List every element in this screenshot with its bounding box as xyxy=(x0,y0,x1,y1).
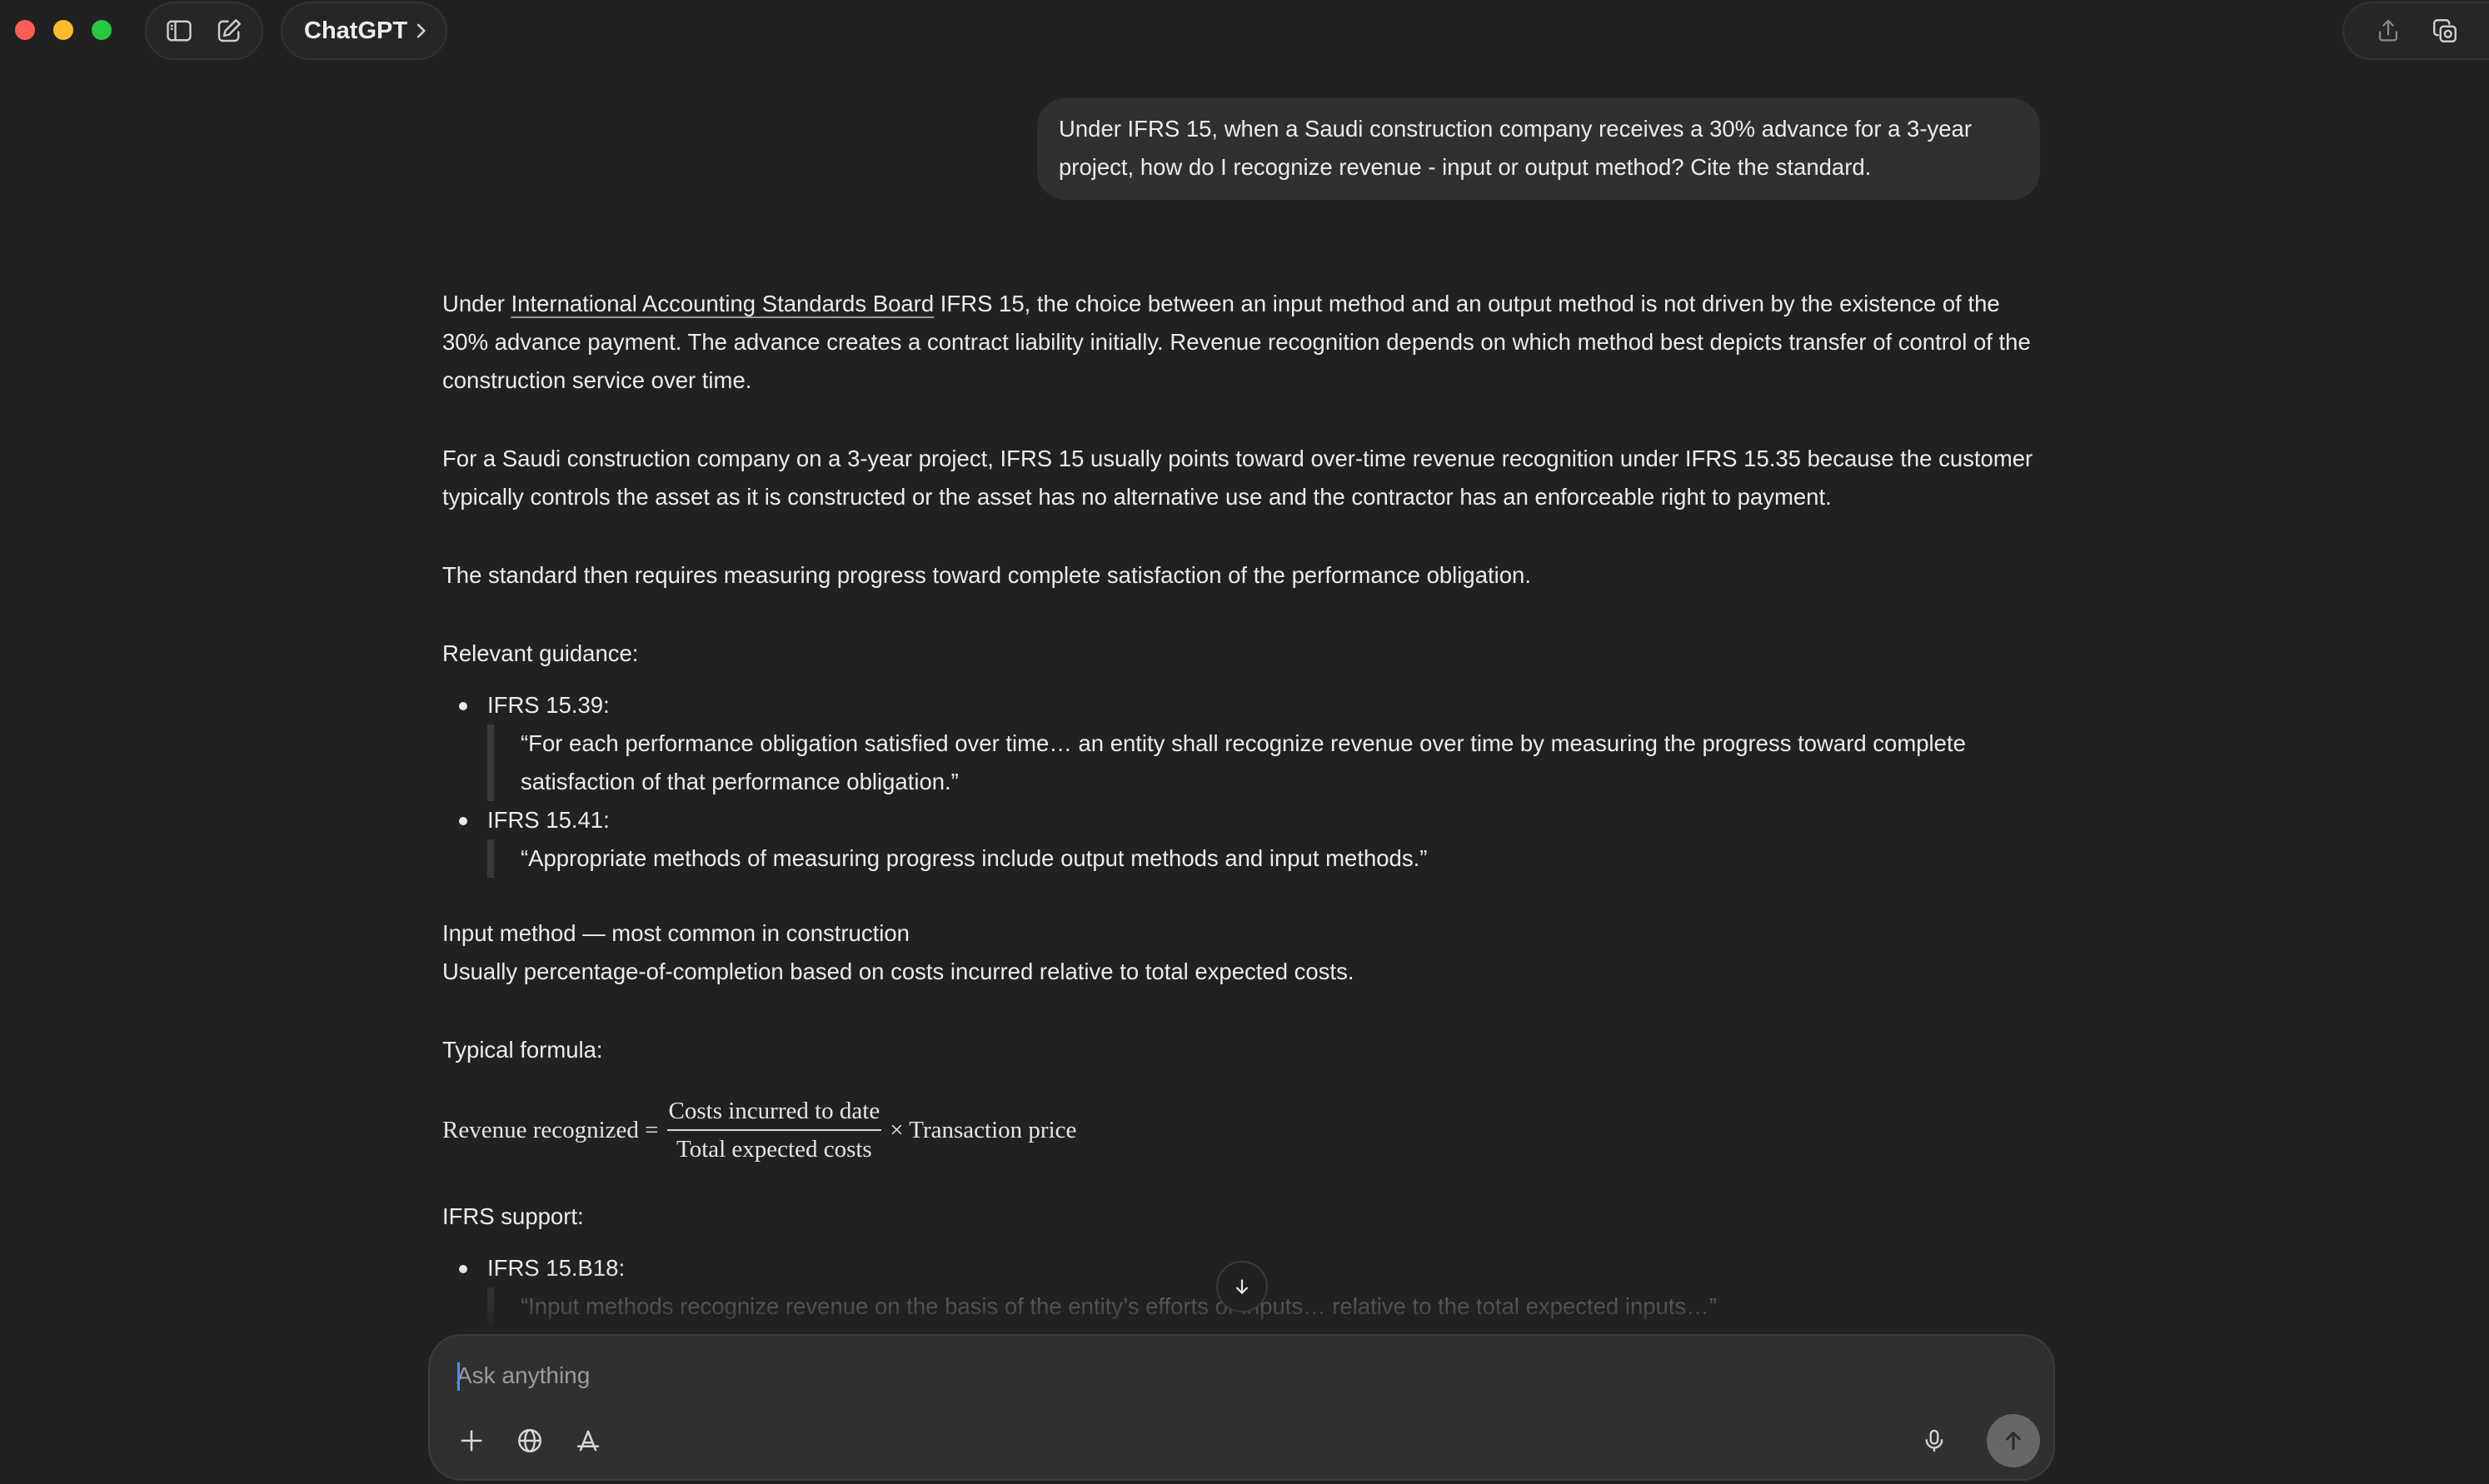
support-quote: “Input methods recognize revenue on the … xyxy=(487,1287,2050,1326)
iasb-link[interactable]: International Accounting Standards Board xyxy=(511,291,935,316)
web-search-button[interactable] xyxy=(508,1419,551,1462)
input-method-block: Input method — most common in constructi… xyxy=(442,914,2050,991)
globe-icon xyxy=(518,1429,541,1452)
formula-heading: Typical formula: xyxy=(442,1037,603,1063)
sidebar-toggle-icon xyxy=(167,20,192,42)
user-message-text: Under IFRS 15, when a Saudi construction… xyxy=(1059,116,1972,180)
tools-button[interactable] xyxy=(566,1419,610,1462)
close-window-button[interactable] xyxy=(15,20,35,40)
sidebar-controls xyxy=(145,2,263,60)
microphone-icon xyxy=(1925,1429,1943,1452)
support-heading: IFRS support: xyxy=(442,1203,584,1229)
text-caret xyxy=(457,1362,460,1391)
plus-icon xyxy=(461,1430,482,1452)
list-item: IFRS 15.B18: “Input methods recognize re… xyxy=(459,1249,2050,1326)
model-selector[interactable]: ChatGPT xyxy=(281,2,447,60)
revenue-formula: Revenue recognized = Costs incurred to d… xyxy=(442,1093,2050,1168)
input-method-heading: Input method — most common in constructi… xyxy=(442,920,910,946)
guidance-heading: Relevant guidance: xyxy=(442,640,639,666)
share-button[interactable] xyxy=(2367,10,2409,52)
composer-tools xyxy=(450,1419,610,1462)
model-name: ChatGPT xyxy=(304,17,408,44)
share-icon xyxy=(2378,19,2398,42)
dictate-button[interactable] xyxy=(1913,1419,1956,1462)
list-item: IFRS 15.41: “Appropriate methods of meas… xyxy=(459,801,2050,878)
send-button[interactable] xyxy=(1987,1414,2040,1467)
send-arrow-icon xyxy=(2006,1432,2021,1450)
message-input[interactable] xyxy=(455,1351,2021,1401)
arrow-down-icon xyxy=(1235,1279,1249,1294)
new-chat-icon xyxy=(217,19,241,42)
support-ref: IFRS 15.B18: xyxy=(487,1255,626,1281)
message-composer xyxy=(428,1334,2055,1481)
user-message-bubble: Under IFRS 15, when a Saudi construction… xyxy=(1037,98,2040,200)
list-item: IFRS 15.39: “For each performance obliga… xyxy=(459,686,2050,801)
sidebar-toggle-button[interactable] xyxy=(158,10,200,52)
formula-numerator: Costs incurred to date xyxy=(666,1096,882,1131)
tools-icon xyxy=(576,1430,600,1452)
guidance-quote: “For each performance obligation satisfi… xyxy=(487,725,2050,801)
header-actions xyxy=(2342,2,2489,60)
scroll-to-bottom-button[interactable] xyxy=(1216,1261,1268,1312)
assistant-paragraph-1: Under International Accounting Standards… xyxy=(442,285,2050,400)
guidance-ref: IFRS 15.41: xyxy=(487,807,610,833)
input-method-text: Usually percentage-of-completion based o… xyxy=(442,959,1354,984)
minimize-window-button[interactable] xyxy=(53,20,73,40)
assistant-message: Under International Accounting Standards… xyxy=(442,285,2050,1334)
chat-thread[interactable]: Under IFRS 15, when a Saudi construction… xyxy=(0,60,2489,1334)
add-attachment-button[interactable] xyxy=(450,1419,493,1462)
chatgpt-window: ChatGPT Under IFRS 15, when a Saudi cons… xyxy=(0,0,2489,1484)
formula-lhs: Revenue recognized = xyxy=(442,1117,659,1143)
formula-denominator: Total expected costs xyxy=(676,1136,872,1163)
guidance-ref: IFRS 15.39: xyxy=(487,692,610,718)
zoom-window-button[interactable] xyxy=(92,20,112,40)
paragraph-text: Under xyxy=(442,291,511,316)
temporary-chat-icon xyxy=(2433,19,2457,42)
formula-fraction: Costs incurred to date Total expected co… xyxy=(666,1096,882,1164)
assistant-paragraph-2: For a Saudi construction company on a 3-… xyxy=(442,446,2033,510)
title-bar: ChatGPT xyxy=(0,0,2489,60)
formula-rhs: × Transaction price xyxy=(890,1117,1077,1143)
temporary-chat-button[interactable] xyxy=(2424,10,2466,52)
assistant-paragraph-3: The standard then requires measuring pro… xyxy=(442,562,1531,588)
new-chat-button[interactable] xyxy=(208,10,250,52)
guidance-quote: “Appropriate methods of measuring progre… xyxy=(487,839,2050,878)
guidance-list: IFRS 15.39: “For each performance obliga… xyxy=(442,686,2050,878)
chevron-right-icon xyxy=(414,22,427,39)
